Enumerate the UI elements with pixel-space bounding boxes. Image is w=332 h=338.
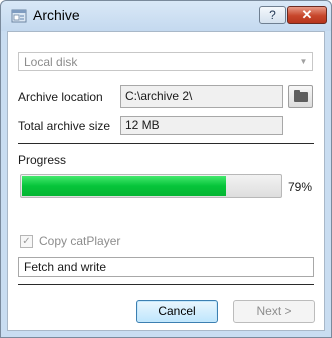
checkmark-icon: ✓	[22, 236, 31, 247]
copy-catplayer-checkbox[interactable]: ✓	[20, 235, 33, 248]
browse-button[interactable]	[288, 85, 313, 108]
separator	[18, 284, 314, 285]
window-title: Archive	[33, 7, 80, 23]
cancel-button[interactable]: Cancel	[136, 300, 218, 323]
dialog-body: Local disk ▼ Archive location C:\archive…	[7, 31, 325, 331]
total-archive-size-field: 12 MB	[120, 116, 283, 135]
source-dropdown-value: Local disk	[24, 55, 78, 69]
progress-label: Progress	[18, 153, 67, 167]
source-dropdown[interactable]: Local disk ▼	[18, 52, 313, 71]
copy-catplayer-label: Copy catPlayer	[39, 234, 121, 248]
archive-window-icon	[11, 9, 27, 23]
close-button[interactable]: ✕	[287, 6, 327, 24]
status-text: Fetch and write	[18, 257, 314, 277]
help-button[interactable]: ?	[259, 6, 286, 24]
chevron-down-icon: ▼	[299, 57, 308, 66]
next-button[interactable]: Next >	[233, 300, 315, 323]
total-archive-size-label: Total archive size	[18, 119, 111, 133]
archive-location-field[interactable]: C:\archive 2\	[120, 85, 283, 108]
archive-window: Archive ? ✕ Local disk ▼ Archive locatio…	[0, 0, 332, 338]
progress-percent: 79%	[288, 180, 313, 194]
progress-bar-fill	[22, 176, 226, 196]
title-bar[interactable]: Archive ? ✕	[1, 1, 331, 31]
separator	[18, 143, 314, 144]
archive-location-label: Archive location	[18, 90, 103, 104]
progress-bar	[20, 174, 282, 198]
